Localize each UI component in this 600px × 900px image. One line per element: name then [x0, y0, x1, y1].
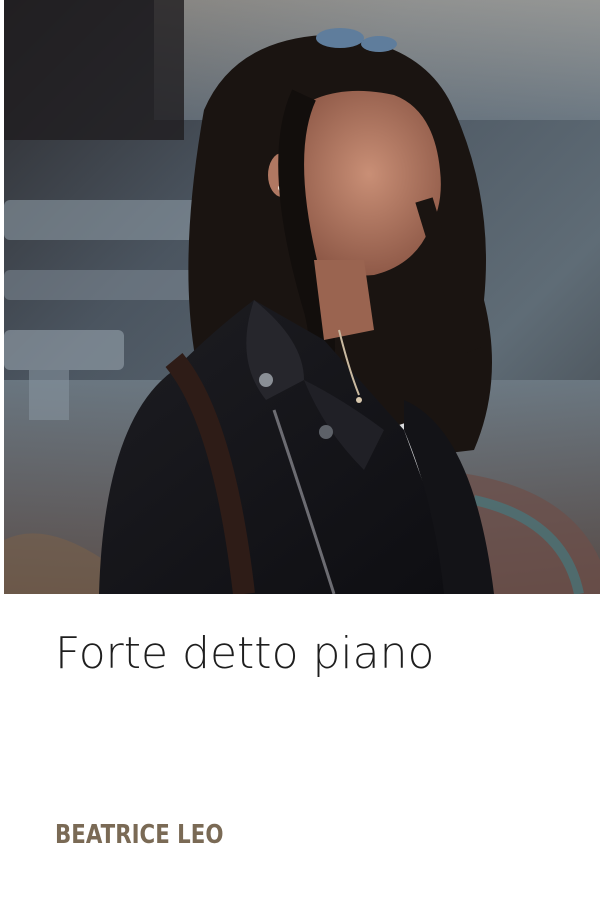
book-title: Forte detto piano [55, 628, 435, 679]
book-cover: Forte detto piano BEATRICE LEO [0, 0, 600, 900]
cover-photo [4, 0, 600, 594]
author-name: BEATRICE LEO [55, 820, 224, 850]
